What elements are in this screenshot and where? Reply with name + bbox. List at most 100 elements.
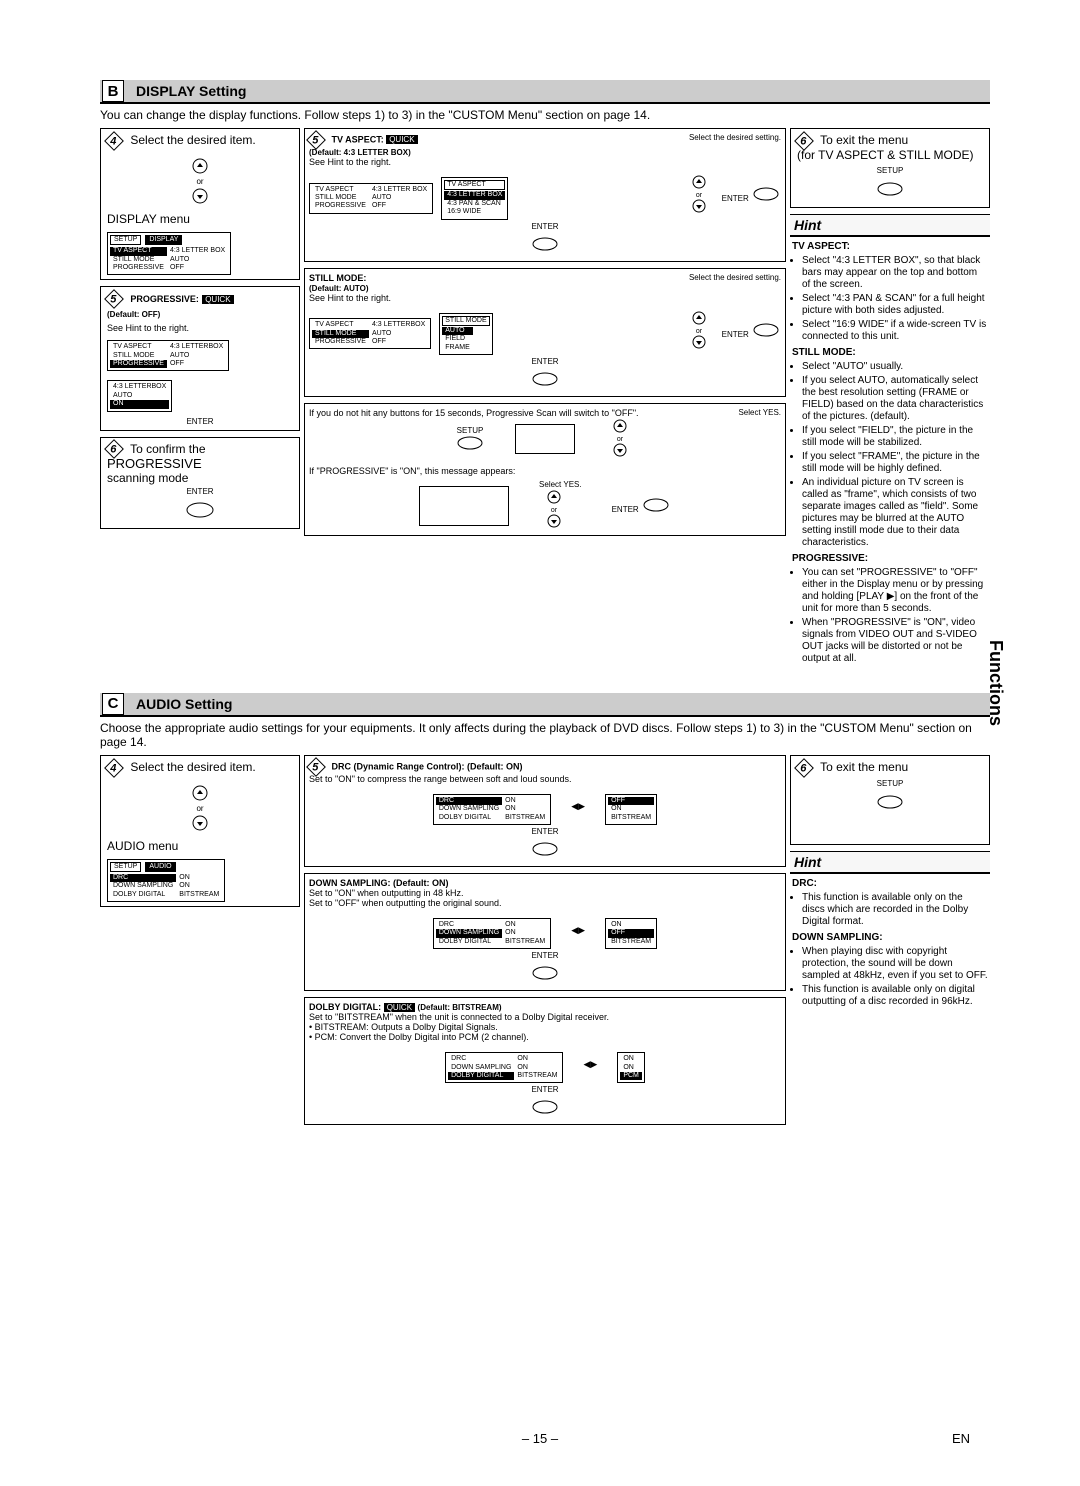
still-mode-hint: See Hint to the right. [309,293,391,303]
progressive-screen-diagram [515,424,575,454]
dolby-b1: • BITSTREAM: Outputs a Dolby Digital Sig… [309,1022,498,1032]
step-6-exit-b: 6 To exit the menu (for TV ASPECT & STIL… [790,128,990,208]
svg-text:or: or [696,192,703,199]
ds-menu-right: ON OFF BITSTREAM [605,918,657,949]
hint-prog-0: You can set "PROGRESSIVE" to "OFF" eithe… [802,567,988,615]
tv-aspect-default: (Default: 4:3 LETTER BOX) [309,148,411,157]
hint-prog-hdr: PROGRESSIVE: [792,553,868,564]
still-side-menu: TV ASPECT4:3 LETTERBOX STILL MODEAUTO PR… [309,318,431,349]
tv-aspect-seltext: Select the desired setting. [689,133,781,142]
tv-aspect-hint: See Hint to the right. [309,157,391,167]
dpad-icon: or [107,156,293,206]
page-footer: – 15 – EN [0,1431,1080,1446]
drc-desc: Set to "ON" to compress the range betwee… [309,774,572,784]
step-6c-text: To exit the menu [820,760,908,774]
arrow-icon-dolby: ◀▶ [583,1059,597,1070]
enter-dolby: ENTER [309,1085,781,1094]
setup-prog: SETUP [455,426,485,435]
tv-aspect-options: TV ASPECT 4:3 LETTER BOX 4:3 PAN & SCAN … [441,177,508,220]
hint-ds-0: When playing disc with copyright protect… [802,946,988,982]
dolby-menu-right: ON ON PCM [617,1052,645,1083]
section-c-rightcol: 6 To exit the menu SETUP Hint DRC: This … [790,755,990,1132]
step-4c-text: Select the desired item. [130,760,255,774]
step-5-progressive: 5 PROGRESSIVE: QUICK (Default: OFF) See … [100,286,300,430]
step-num-4c: 4 [104,758,124,778]
dpad-prog-yes: or [605,418,635,460]
hint-tv-hdr: TV ASPECT: [792,241,850,252]
hint-still-3: If you select "FRAME", the picture in th… [802,451,988,475]
section-b-intro: You can change the display functions. Fo… [100,108,990,122]
step-num-5: 5 [306,130,326,150]
step-num-5-prog: 5 [104,289,124,309]
svg-text:or: or [696,328,703,335]
progressive-select-yes: Select YES. [738,408,781,417]
ds-desc2: Set to "OFF" when outputting the origina… [309,898,502,908]
down-sampling-block: DOWN SAMPLING: (Default: ON) Set to "ON"… [304,873,786,991]
dpad-still: or [684,310,714,352]
hint-still-hdr: STILL MODE: [792,347,856,358]
svg-text:or: or [196,177,203,186]
enter-label-prog1: ENTER [107,417,293,426]
dolby-block: DOLBY DIGITAL: QUICK (Default: BITSTREAM… [304,997,786,1125]
hint-drc-0: This function is available only on the d… [802,892,988,928]
hint-c-body: DRC: This function is available only on … [790,874,990,1016]
section-b-midcol: 5 TV ASPECT: QUICK (Default: 4:3 LETTER … [304,128,786,673]
dpad-icon-c: or [107,783,293,833]
hint-c-title: Hint [790,851,990,874]
manual-page: B DISPLAY Setting You can change the dis… [0,0,1080,1486]
still-mode-options: STILL MODE AUTO FIELD FRAME [439,313,492,356]
select-yes-6l: Select YES. [539,480,582,489]
tv-aspect-block: 5 TV ASPECT: QUICK (Default: 4:3 LETTER … [304,128,786,262]
step-6r-text1: To exit the menu [820,133,908,147]
step-6l-sub: scanning mode [107,471,188,485]
hint-still-0: Select "AUTO" usually. [802,361,988,373]
section-b-rightcol: 6 To exit the menu (for TV ASPECT & STIL… [790,128,990,673]
hint-ds-1: This function is available only on digit… [802,984,988,1008]
section-letter-c: C [102,693,124,715]
hint-tv-2: Select "16:9 WIDE" if a wide-screen TV i… [802,319,988,343]
progressive-15sec: If you do not hit any buttons for 15 sec… [309,408,730,418]
enter-6l-arrow: ENTER [612,498,671,514]
still-mode-block: STILL MODE: (Default: AUTO) See Hint to … [304,268,786,398]
step-6-exit-c: 6 To exit the menu SETUP [790,755,990,845]
section-c-title: AUDIO Setting [136,696,232,712]
dpad-tv: or [684,174,714,216]
section-c: C AUDIO Setting Choose the appropriate a… [100,693,990,1132]
quick-badge: QUICK [202,295,233,304]
section-c-header: C AUDIO Setting [100,693,990,717]
step-4-b: 4 Select the desired item. or DISPLAY me… [100,128,300,280]
ds-menu-left: DRCON DOWN SAMPLINGON DOLBY DIGITALBITST… [433,918,551,949]
step-6l-big: PROGRESSIVE [107,456,202,471]
hint-still-2: If you select "FIELD", the picture in th… [802,425,988,449]
svg-text:or: or [196,804,203,813]
enter-still: ENTER [722,323,781,339]
quick-dolby: QUICK [384,1003,415,1012]
side-tab-functions: Functions [981,630,1010,736]
svg-text:or: or [617,436,624,443]
enter-drc: ENTER [309,827,781,836]
tv-aspect-side-menu: TV ASPECT4:3 LETTER BOX STILL MODEAUTO P… [309,183,433,214]
hint-still-4: An individual picture on TV screen is ca… [802,477,988,549]
section-letter-b: B [102,80,124,102]
hint-tv-1: Select "4:3 PAN & SCAN" for a full heigh… [802,293,988,317]
hint-still-1: If you select AUTO, automatically select… [802,375,988,423]
still-mode-default: (Default: AUTO) [309,284,369,293]
setup-label-6r: SETUP [797,166,983,175]
progressive-see-hint: See Hint to the right. [107,323,189,333]
dolby-menu-left: DRCON DOWN SAMPLINGON DOLBY DIGITALBITST… [445,1052,563,1083]
drc-menu-right: OFF ON BITSTREAM [605,794,657,825]
progressive-mini-menu-right: 4:3 LETTERBOX AUTO ON [107,380,172,411]
hint-b-title: Hint [790,214,990,237]
section-c-grid: 4 Select the desired item. or AUDIO menu… [100,755,990,1132]
still-mode-seltext: Select the desired setting. [689,273,781,282]
svg-text:or: or [551,507,558,514]
hint-tv-0: Select "4:3 LETTER BOX", so that black b… [802,255,988,291]
still-mode-label: STILL MODE: [309,273,366,283]
section-b-title: DISPLAY Setting [136,83,246,99]
section-b-header: B DISPLAY Setting [100,80,990,104]
section-b-grid: 4 Select the desired item. or DISPLAY me… [100,128,990,673]
dolby-label: DOLBY DIGITAL: [309,1002,381,1012]
hint-ds-hdr: DOWN SAMPLING: [792,932,883,943]
dolby-desc1: Set to "BITSTREAM" when the unit is conn… [309,1012,609,1022]
drc-block: 5 DRC (Dynamic Range Control): (Default:… [304,755,786,867]
